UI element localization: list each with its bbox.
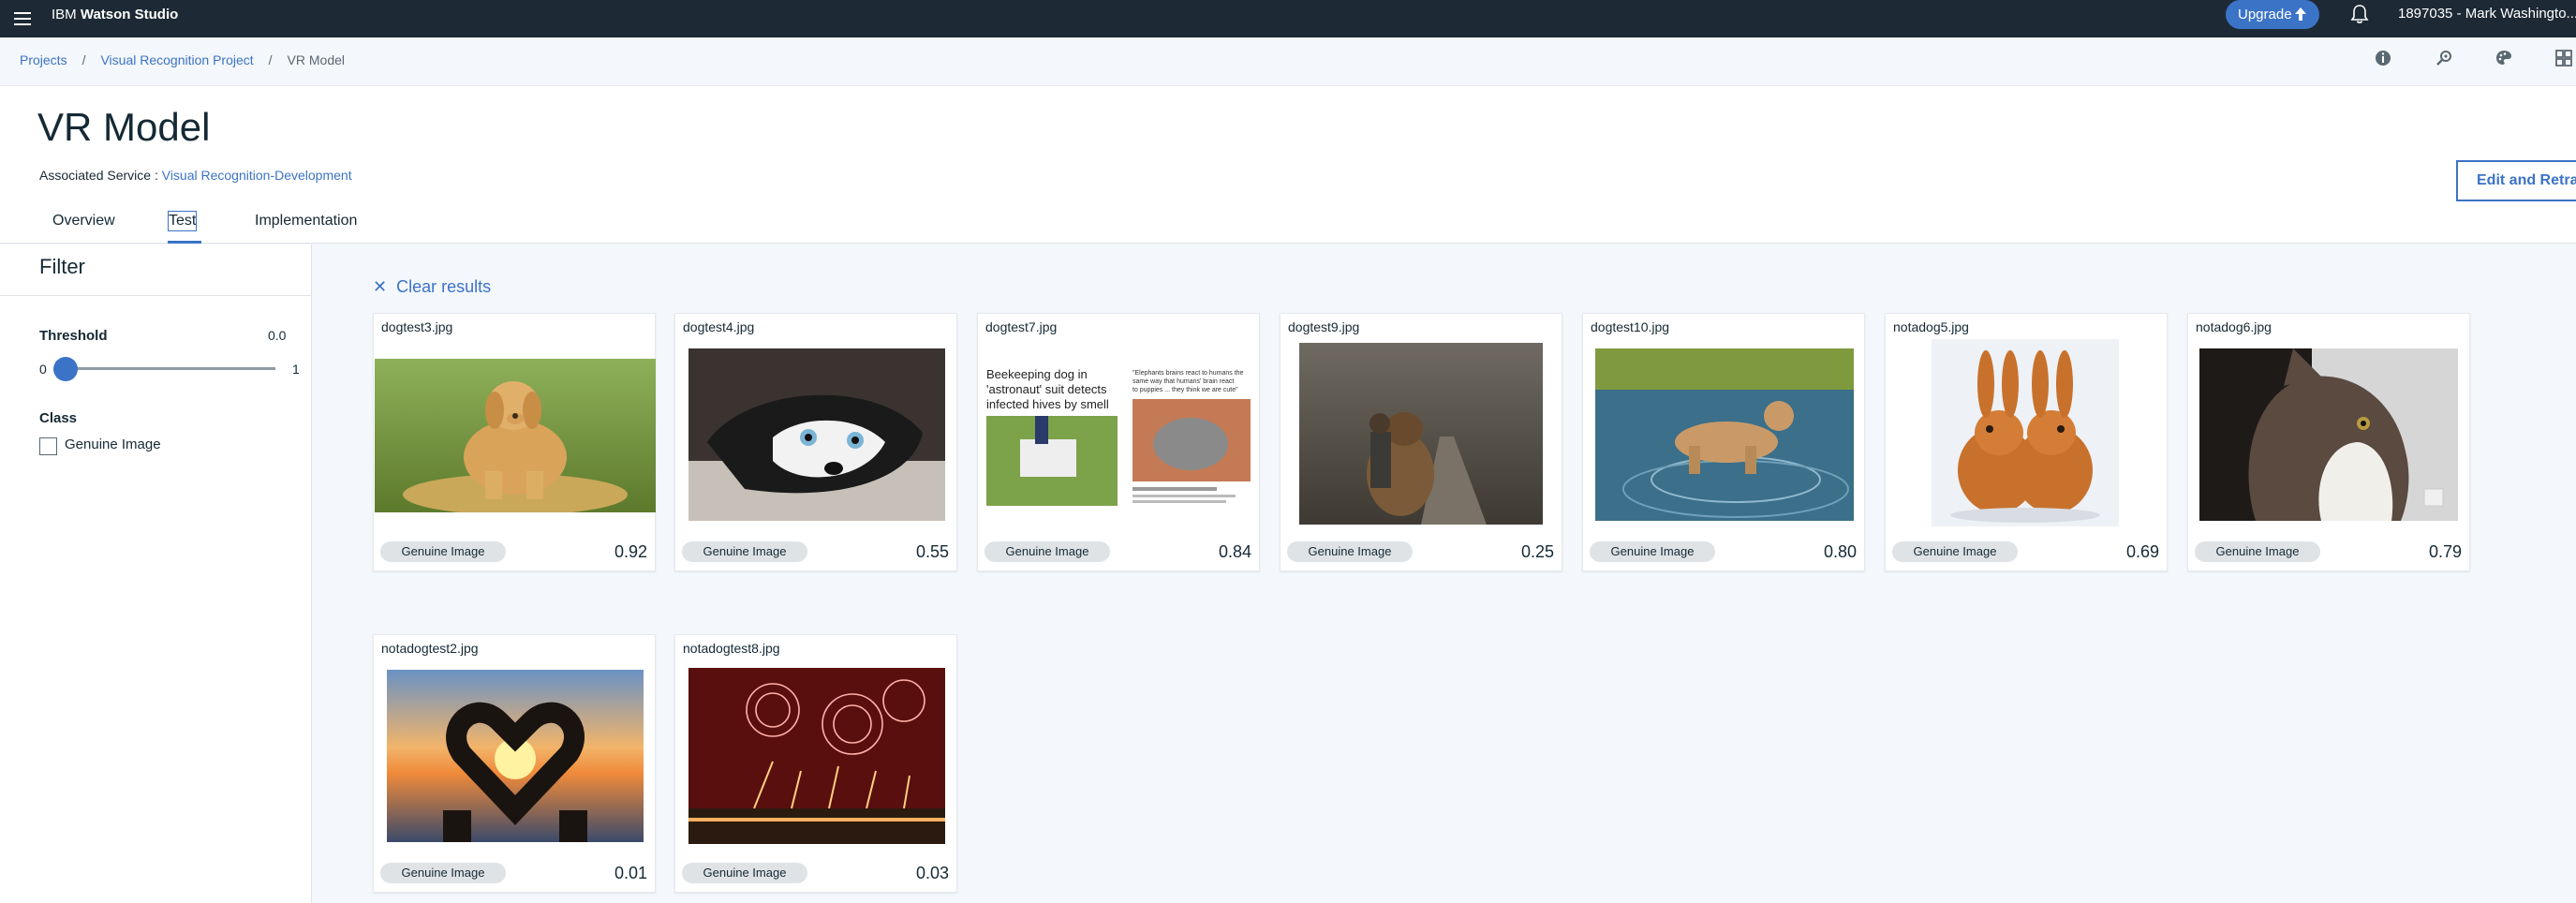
class-tag: Genuine Image — [380, 863, 506, 883]
filter-title: Filter — [39, 255, 85, 278]
info-icon[interactable] — [2373, 48, 2393, 68]
clear-results-label: Clear results — [396, 277, 492, 296]
article-headline-2: 'astronaut' suit detects — [986, 382, 1107, 396]
threshold-label: Threshold — [39, 328, 108, 344]
news-article-image: Beekeeping dog in 'astronaut' suit detec… — [983, 360, 1256, 510]
brand-product: Watson Studio — [80, 7, 179, 22]
result-card[interactable]: notadog5.jpg Genuine Image 0.69 — [1885, 313, 2168, 571]
dog-in-water-image — [1595, 348, 1854, 521]
article-quote-3: to puppies ... they think we are cute" — [1133, 387, 1238, 393]
result-score: 0.01 — [614, 864, 647, 882]
class-tag: Genuine Image — [1892, 541, 2018, 562]
brand-ibm: IBM — [52, 7, 77, 22]
tab-implementation[interactable]: Implementation — [255, 212, 357, 230]
slider-max-label: 1 — [292, 362, 300, 377]
result-score: 0.79 — [2428, 542, 2462, 561]
filter-panel: Filter Threshold 0.0 0 1 Class Genuine I… — [0, 244, 312, 903]
dashboard-icon[interactable] — [2554, 48, 2574, 68]
cat-image — [2199, 348, 2458, 521]
close-icon: ✕ — [373, 277, 388, 296]
breadcrumb-separator: / — [81, 52, 86, 67]
husky-image — [688, 348, 945, 521]
result-card[interactable]: notadogtest8.jpg Genuine Image 0.03 — [674, 634, 957, 893]
breadcrumb-project-link[interactable]: Visual Recognition Project — [100, 52, 253, 67]
breadcrumb-current: VR Model — [287, 52, 345, 67]
result-score: 0.92 — [614, 542, 647, 561]
result-score: 0.03 — [915, 864, 949, 882]
result-filename: notadogtest2.jpg — [381, 641, 479, 656]
associated-service-link[interactable]: Visual Recognition-Development — [162, 168, 352, 183]
result-filename: notadog5.jpg — [1893, 319, 1969, 334]
result-filename: dogtest10.jpg — [1591, 319, 1670, 334]
upgrade-label: Upgrade — [2238, 7, 2292, 22]
top-bar: IBM Watson Studio Upgrade 1897035 - Mark… — [0, 0, 2576, 37]
breadcrumb-bar: Projects / Visual Recognition Project / VR M… — [0, 37, 2576, 86]
result-filename: notadog6.jpg — [2196, 319, 2272, 334]
active-tab-indicator — [168, 241, 201, 244]
result-card[interactable]: dogtest3.jpg Genuine Image 0.92 — [373, 313, 656, 571]
result-filename: dogtest7.jpg — [985, 319, 1058, 334]
notifications-bell-icon[interactable] — [2349, 3, 2370, 25]
page-title: VR Model — [37, 105, 211, 149]
clear-results-link[interactable]: ✕ Clear results — [373, 276, 491, 297]
class-tag: Genuine Image — [1287, 541, 1413, 562]
result-filename: dogtest4.jpg — [683, 319, 755, 334]
class-tag: Genuine Image — [2195, 541, 2320, 562]
result-filename: dogtest3.jpg — [381, 319, 453, 334]
slider-min-label: 0 — [39, 362, 47, 377]
result-score: 0.80 — [1823, 542, 1857, 561]
threshold-value: 0.0 — [268, 328, 287, 343]
genuine-image-checkbox[interactable] — [39, 437, 57, 455]
result-card[interactable]: dogtest4.jpg Genuine Image 0.55 — [674, 313, 957, 571]
class-tag: Genuine Image — [985, 541, 1110, 562]
article-quote-2: same way that humans' brain react — [1133, 378, 1234, 385]
tab-test[interactable]: Test — [167, 211, 198, 231]
child-and-dog-image — [1299, 343, 1543, 525]
associated-service: Associated Service : Visual Recognition-… — [39, 167, 352, 184]
result-card[interactable]: notadogtest2.jpg Genuine Image 0.01 — [373, 634, 656, 893]
hamburger-menu-icon[interactable] — [11, 6, 39, 32]
class-label: Class — [39, 410, 78, 426]
result-filename: dogtest9.jpg — [1288, 319, 1360, 334]
find-assets-icon[interactable] — [2434, 48, 2454, 68]
result-card[interactable]: notadog6.jpg Genuine Image 0.79 — [2187, 313, 2470, 571]
associated-service-label: Associated Service : — [39, 168, 158, 183]
article-quote-1: "Elephants brains react to humans the — [1133, 370, 1244, 377]
upgrade-arrow-icon — [2295, 7, 2306, 21]
result-card[interactable]: dogtest10.jpg Genuine Image 0.80 — [1582, 313, 1865, 571]
golden-retriever-image — [375, 359, 656, 512]
app-brand[interactable]: IBM Watson Studio — [52, 7, 178, 23]
result-score: 0.55 — [915, 542, 949, 561]
threshold-slider-track[interactable] — [58, 367, 275, 370]
class-tag: Genuine Image — [380, 541, 506, 562]
fireworks-image — [688, 668, 945, 844]
tab-overview[interactable]: Overview — [52, 212, 115, 230]
article-headline-3: infected hives by smell — [986, 397, 1109, 411]
result-filename: notadogtest8.jpg — [683, 641, 780, 656]
result-card[interactable]: dogtest9.jpg Genuine Image 0.25 — [1280, 313, 1562, 571]
breadcrumb-projects-link[interactable]: Projects — [20, 52, 67, 67]
account-menu[interactable]: 1897035 - Mark Washingto... — [2398, 6, 2576, 22]
breadcrumb-separator: / — [268, 52, 273, 67]
class-tag: Genuine Image — [682, 541, 807, 562]
result-card[interactable]: dogtest7.jpg Beekeeping dog in 'astronau… — [977, 313, 1260, 571]
genuine-image-checkbox-label[interactable]: Genuine Image — [65, 437, 161, 453]
heart-hands-sunset-image — [387, 670, 644, 842]
article-headline-1: Beekeeping dog in — [986, 367, 1088, 381]
breadcrumb: Projects / Visual Recognition Project / VR M… — [20, 52, 345, 68]
edit-and-retrain-button[interactable]: Edit and Retrain — [2456, 160, 2576, 201]
result-score: 0.69 — [2125, 542, 2159, 561]
result-score: 0.25 — [1520, 542, 1554, 561]
class-tag: Genuine Image — [682, 863, 807, 883]
class-tag: Genuine Image — [1590, 541, 1715, 562]
divider — [0, 295, 312, 296]
result-score: 0.84 — [1218, 542, 1251, 561]
upgrade-button[interactable]: Upgrade — [2226, 0, 2319, 29]
page-header: VR Model Associated Service : Visual Rec… — [0, 86, 2576, 244]
threshold-slider-handle[interactable] — [53, 357, 78, 381]
palette-icon[interactable] — [2494, 48, 2514, 68]
rabbits-image — [1932, 339, 2119, 526]
